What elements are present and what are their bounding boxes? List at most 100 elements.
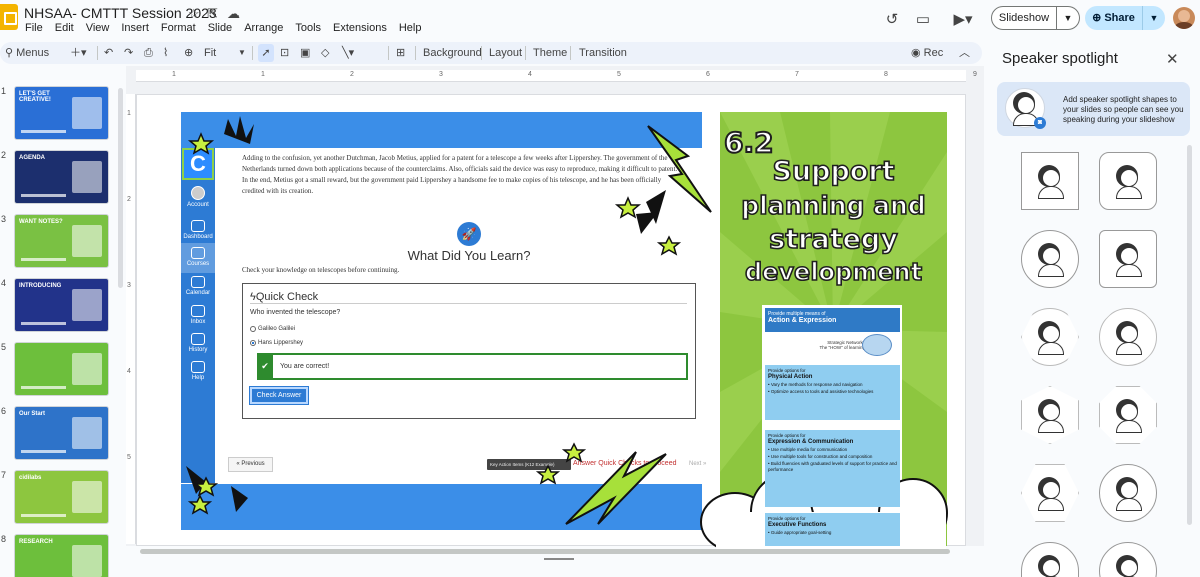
calendar-icon[interactable] <box>191 276 205 288</box>
theme-button[interactable]: Theme <box>533 44 567 62</box>
rec-button[interactable]: ◉ Rec <box>911 44 943 62</box>
share-dropdown[interactable]: ▼ <box>1142 6 1165 30</box>
notes-drag-handle[interactable] <box>544 558 574 560</box>
collapse-toolbar-icon[interactable]: ︿ <box>959 44 970 62</box>
paint-format-icon[interactable]: ⌇ <box>163 44 168 62</box>
thumbnail-content <box>72 289 102 321</box>
slide-thumbnail[interactable] <box>14 342 109 396</box>
slide-thumbnail[interactable]: AGENDA <box>14 150 109 204</box>
text-box-icon[interactable]: ⊡ <box>280 44 289 62</box>
slide-thumbnail[interactable]: WANT NOTES? <box>14 214 109 268</box>
nav-label-calendar[interactable]: Calendar <box>181 290 215 296</box>
undo-icon[interactable]: ↶ <box>104 44 113 62</box>
nav-label-help[interactable]: Help <box>181 375 215 381</box>
shape-icon[interactable]: ◇ <box>321 44 329 62</box>
slides-logo[interactable] <box>0 4 18 30</box>
nav-label-account[interactable]: Account <box>181 202 215 208</box>
slide-number: 3 <box>1 214 7 224</box>
new-slide-icon[interactable]: ＋▾ <box>70 44 87 62</box>
toolbar-divider <box>570 46 571 60</box>
menu-edit[interactable]: Edit <box>55 22 74 34</box>
menu-tools[interactable]: Tools <box>295 22 321 34</box>
toolbar-divider <box>252 46 253 60</box>
slide-thumbnail[interactable]: LET'S GET CREATIVE! <box>14 86 109 140</box>
udl-header: Provide multiple means of Action & Expre… <box>765 308 900 332</box>
slideshow-button[interactable]: Slideshow <box>991 6 1057 30</box>
menu-insert[interactable]: Insert <box>121 22 149 34</box>
line-icon[interactable]: ╲▾ <box>342 44 354 62</box>
menu-format[interactable]: Format <box>161 22 196 34</box>
udl-item: • Vary the methods for response and navi… <box>768 382 863 387</box>
person-icon <box>1116 479 1142 511</box>
star-icon[interactable]: ☆ <box>188 6 200 22</box>
udl-item: • Guide appropriate goal-setting <box>768 530 832 535</box>
ruler-tick-label: 7 <box>795 71 799 78</box>
person-icon <box>1116 323 1142 355</box>
select-tool-icon[interactable]: ➚ <box>258 44 274 62</box>
print-icon[interactable]: ⎙ <box>144 44 153 62</box>
menu-view[interactable]: View <box>86 22 110 34</box>
nav-label-inbox[interactable]: Inbox <box>181 319 215 325</box>
poster-title-line: strategy <box>768 223 898 256</box>
ruler-tick-label: 8 <box>884 71 888 78</box>
slide-thumbnail[interactable]: RESEARCH <box>14 534 109 577</box>
thumbnail-content <box>72 417 102 449</box>
cloud-status-icon[interactable]: ☁ <box>227 6 240 22</box>
horizontal-ruler[interactable]: 1 1 2 3 4 5 6 7 8 9 <box>136 70 977 82</box>
active-nav-highlight <box>181 243 215 273</box>
menus-search[interactable]: ⚲ Menus <box>5 44 63 62</box>
comment-icon[interactable]: ⊞ <box>396 44 405 62</box>
help-icon[interactable] <box>191 361 205 373</box>
canvas-scrollbar[interactable] <box>140 549 950 554</box>
spotlight-shape-option[interactable] <box>1021 152 1079 210</box>
spotlight-shape-option[interactable] <box>1099 464 1157 522</box>
camera-badge-icon: ◙ <box>1034 117 1046 129</box>
slideshow-dropdown[interactable]: ▼ <box>1057 6 1080 30</box>
close-icon[interactable]: ✕ <box>1166 50 1179 68</box>
account-icon[interactable] <box>191 186 205 200</box>
image-icon[interactable]: ▣ <box>300 44 310 62</box>
menu-help[interactable]: Help <box>399 22 422 34</box>
menu-file[interactable]: File <box>25 22 43 34</box>
meet-icon[interactable]: ▶▾ <box>946 9 980 31</box>
menu-extensions[interactable]: Extensions <box>333 22 387 34</box>
folder-icon[interactable]: ⇱ <box>207 6 218 22</box>
spotlight-shape-option[interactable] <box>1099 230 1157 288</box>
vertical-ruler[interactable]: 1 2 3 4 5 <box>126 94 136 544</box>
spotlight-shape-option[interactable] <box>1099 152 1157 210</box>
udl-section-title: Physical Action <box>768 374 813 380</box>
redo-icon[interactable]: ↷ <box>124 44 133 62</box>
person-icon <box>1038 245 1064 277</box>
nav-label-history[interactable]: History <box>181 347 215 353</box>
comments-icon[interactable]: ▭ <box>912 9 934 31</box>
rec-label: Rec <box>923 47 944 59</box>
ruler-tick-label: 2 <box>350 71 354 78</box>
nav-label-courses[interactable]: Courses <box>181 261 215 267</box>
user-avatar[interactable] <box>1173 7 1195 29</box>
history-icon[interactable] <box>191 333 205 345</box>
slide-thumbnail[interactable]: INTRODUCING <box>14 278 109 332</box>
dashboard-icon[interactable] <box>191 220 205 232</box>
udl-section: Provide options for Expression & Communic… <box>765 430 900 507</box>
menu-slide[interactable]: Slide <box>208 22 232 34</box>
slide-thumbnail[interactable]: Our Start <box>14 406 109 460</box>
toolbar-divider <box>388 46 389 60</box>
share-button[interactable]: ⊕ Share <box>1085 6 1142 30</box>
menu-arrange[interactable]: Arrange <box>244 22 283 34</box>
zoom-dropdown-icon[interactable]: ▼ <box>238 44 246 62</box>
slide-number: 4 <box>1 278 7 288</box>
inbox-icon[interactable] <box>191 305 205 317</box>
transition-button[interactable]: Transition <box>579 44 627 62</box>
layout-button[interactable]: Layout <box>489 44 522 62</box>
person-icon <box>1116 401 1142 433</box>
nav-label-dashboard[interactable]: Dashboard <box>181 234 215 240</box>
slide-thumbnail[interactable]: cidilabs <box>14 470 109 524</box>
spotlight-shape-option[interactable] <box>1021 230 1079 288</box>
history-icon[interactable]: ↺ <box>881 9 903 31</box>
panel-scrollbar[interactable] <box>1187 145 1192 525</box>
background-button[interactable]: Background <box>423 44 482 62</box>
filmstrip-scrollbar[interactable] <box>118 88 123 288</box>
share-label: Share <box>1104 12 1135 24</box>
zoom-select[interactable]: Fit <box>204 44 216 62</box>
zoom-icon[interactable]: ⊕ <box>184 44 193 62</box>
